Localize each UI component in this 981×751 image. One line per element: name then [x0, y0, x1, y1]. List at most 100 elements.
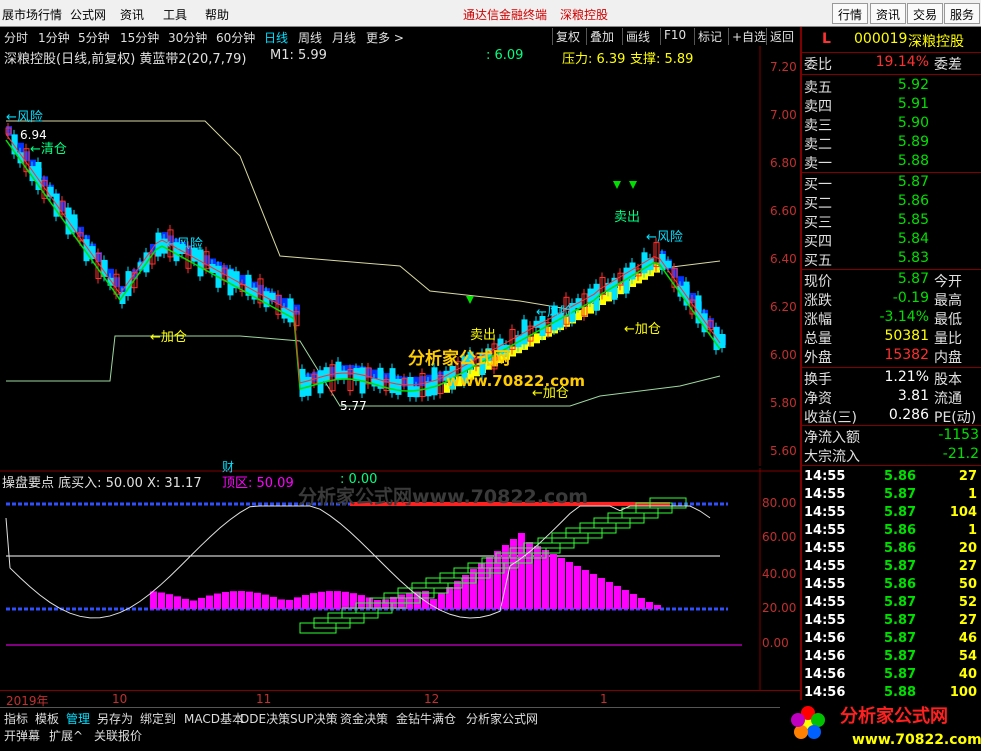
- price-tick: 6.20: [770, 300, 797, 314]
- danmu-button[interactable]: 开弹幕: [4, 727, 40, 744]
- histogram-bar: [238, 591, 245, 609]
- histogram-bar: [494, 551, 501, 609]
- bid-label: 买一: [804, 177, 832, 193]
- ask-row: 卖二 5.89: [804, 134, 979, 153]
- date-tick: 1: [600, 692, 608, 706]
- site-logo: 分析家公式网 www.70822.com: [780, 700, 981, 751]
- period-1min[interactable]: 1分钟: [38, 29, 70, 46]
- price-tick: 6.80: [770, 156, 797, 170]
- overlay-button[interactable]: 叠加: [586, 28, 617, 45]
- annotation-clear: ←清仓: [30, 142, 67, 157]
- ask-label: 卖二: [804, 137, 832, 153]
- tick-price: 5.86: [884, 469, 917, 484]
- menu-tools[interactable]: 工具: [163, 6, 187, 23]
- histogram-bar: [262, 594, 269, 609]
- flow-value: -1153: [938, 427, 979, 443]
- add-favorite-button[interactable]: +自选: [728, 28, 769, 45]
- histogram-bar: [446, 587, 453, 609]
- expand-button[interactable]: 扩展^: [49, 727, 83, 744]
- histogram-bar: [606, 582, 613, 609]
- period-5min[interactable]: 5分钟: [78, 29, 110, 46]
- indicator-tick: 60.00: [762, 530, 797, 544]
- f10-button[interactable]: F10: [660, 28, 689, 45]
- bid-value: 5.87: [897, 174, 929, 190]
- bid-value: 5.84: [897, 231, 929, 247]
- watermark-text: 分析家公式网: [408, 349, 510, 369]
- stat2-value: 3.81: [897, 388, 929, 404]
- period-more[interactable]: 更多 >: [366, 29, 404, 46]
- stat2-label: 换手: [804, 372, 832, 388]
- promo-stock: 深粮控股: [560, 8, 609, 22]
- indicator-chart[interactable]: 操盘要点 底买入: 50.00 X: 31.17 财 顶区: 50.09 : 0…: [0, 460, 800, 690]
- quote-panel: L 000019 深粮控股 委比 19.14% 委差 卖五 5.92 卖四 5.91 卖…: [800, 27, 981, 751]
- tick-time: 14:55: [804, 559, 846, 574]
- main-kline-chart[interactable]: 深粮控股(日线,前复权) 黄蓝带2(20,7,79) M1: 5.99 : 6.…: [0, 46, 800, 466]
- sell-arrow-icon: [466, 296, 474, 304]
- band-block: [588, 303, 594, 314]
- histogram-bar: [358, 595, 365, 609]
- support-value: 支撑: 5.89: [630, 52, 694, 67]
- period-day[interactable]: 日线: [264, 29, 288, 46]
- period-month[interactable]: 月线: [332, 29, 356, 46]
- back-button[interactable]: 返回: [766, 28, 797, 45]
- tick-price: 5.88: [884, 685, 917, 700]
- stat-label: 涨幅: [804, 312, 832, 328]
- stat-row: 现价 5.87 今开: [804, 271, 979, 290]
- level-mark: L: [822, 31, 831, 47]
- histogram-bar: [542, 550, 549, 609]
- candle-body: [125, 271, 132, 297]
- tick-price: 5.86: [884, 541, 917, 556]
- menu-market[interactable]: 展市场行情: [2, 6, 62, 23]
- tick-volume: 1: [967, 523, 977, 538]
- divider: [802, 172, 981, 173]
- band-block: [576, 310, 582, 321]
- flow-value: -21.2: [942, 446, 979, 462]
- low-price-label: 5.77: [340, 399, 367, 413]
- fuquan-button[interactable]: 复权: [552, 28, 583, 45]
- mark-button[interactable]: 标记: [694, 28, 725, 45]
- period-week[interactable]: 周线: [298, 29, 322, 46]
- tick-price: 5.87: [884, 613, 917, 628]
- flow-label: 净流入额: [804, 430, 860, 446]
- stat-row: 涨跌 -0.19 最高: [804, 290, 979, 309]
- tick-row: 14:55 5.87 52: [804, 595, 979, 613]
- m1-value: M1: 5.99: [270, 48, 327, 63]
- tick-time: 14:55: [804, 523, 846, 538]
- histogram-bar: [286, 599, 293, 609]
- date-tick: 12: [424, 692, 440, 706]
- menu-news[interactable]: 资讯: [120, 6, 144, 23]
- period-30min[interactable]: 30分钟: [168, 29, 207, 46]
- histogram-bar: [558, 558, 565, 609]
- menu-formula[interactable]: 公式网: [70, 6, 106, 23]
- trade-button[interactable]: 交易: [907, 3, 944, 24]
- period-15min[interactable]: 15分钟: [120, 29, 159, 46]
- period-60min[interactable]: 60分钟: [216, 29, 255, 46]
- tick-row: 14:55 5.86 1: [804, 523, 979, 541]
- price-tick: 7.20: [770, 60, 797, 74]
- quote-button[interactable]: 行情: [832, 3, 869, 24]
- news-button[interactable]: 资讯: [870, 3, 907, 24]
- menu-help[interactable]: 帮助: [205, 6, 229, 23]
- stat-label2: 内盘: [934, 350, 962, 366]
- period-tick[interactable]: 分时: [4, 29, 28, 46]
- stat-value: -0.19: [892, 290, 929, 306]
- histogram-bar: [646, 602, 653, 609]
- draw-button[interactable]: 画线: [622, 28, 653, 45]
- histogram-bar: [462, 575, 469, 609]
- related-quote-button[interactable]: 关联报价: [94, 727, 142, 744]
- service-button[interactable]: 服务: [944, 3, 981, 24]
- weibi-label: 委比: [804, 57, 832, 73]
- candle-body: [155, 232, 162, 257]
- histogram-bar: [566, 562, 573, 609]
- watermark-url: www.70822.com: [446, 372, 586, 390]
- ask-row: 卖一 5.88: [804, 153, 979, 172]
- promo-terminal: 通达信金融终端: [463, 8, 548, 22]
- divider: [802, 425, 981, 426]
- divider: [802, 52, 981, 53]
- annotation-sell-2: 卖出: [614, 210, 641, 225]
- ask-value: 5.92: [897, 77, 929, 93]
- histogram-bar: [550, 554, 557, 609]
- candle-body: [335, 361, 342, 380]
- bid-label: 买五: [804, 253, 832, 269]
- tick-price: 5.87: [884, 559, 917, 574]
